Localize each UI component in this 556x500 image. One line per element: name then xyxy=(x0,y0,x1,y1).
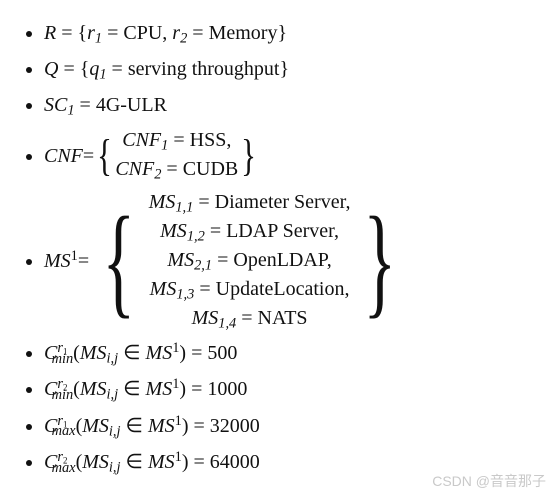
var-Q: Q xyxy=(44,58,58,80)
item-Q: Q = {q1 = serving throughput} xyxy=(44,54,538,86)
definition-list: R = {r1 = CPU, r2 = Memory} Q = {q1 = se… xyxy=(18,18,538,479)
item-SC: SC1 = 4G-ULR xyxy=(44,90,538,122)
watermark-text: CSDN @音音那子 xyxy=(432,471,546,492)
item-CNF: CNF = { CNF1 = HSS, CNF2 = CUDB } xyxy=(44,127,538,185)
item-MS: MS1 = { MS1,1 = Diameter Server, MS1,2 =… xyxy=(44,189,538,334)
right-brace-icon: } xyxy=(241,134,256,178)
left-brace-icon: { xyxy=(103,199,136,323)
brace-group-cnf: { CNF1 = HSS, CNF2 = CUDB } xyxy=(94,127,259,185)
item-R: R = {r1 = CPU, r2 = Memory} xyxy=(44,18,538,50)
right-brace-icon: } xyxy=(364,199,397,323)
brace-group-ms: { MS1,1 = Diameter Server, MS1,2 = LDAP … xyxy=(89,189,410,334)
left-brace-icon: { xyxy=(97,134,112,178)
item-Cmax-r1: Cr1max(MSi,j ∈ MS1) = 32000 xyxy=(44,411,538,443)
var-R: R xyxy=(44,22,56,44)
item-Cmin-r1: Cr1min(MSi,j ∈ MS1) = 500 xyxy=(44,338,538,370)
item-Cmin-r2: Cr2min(MSi,j ∈ MS1) = 1000 xyxy=(44,374,538,406)
